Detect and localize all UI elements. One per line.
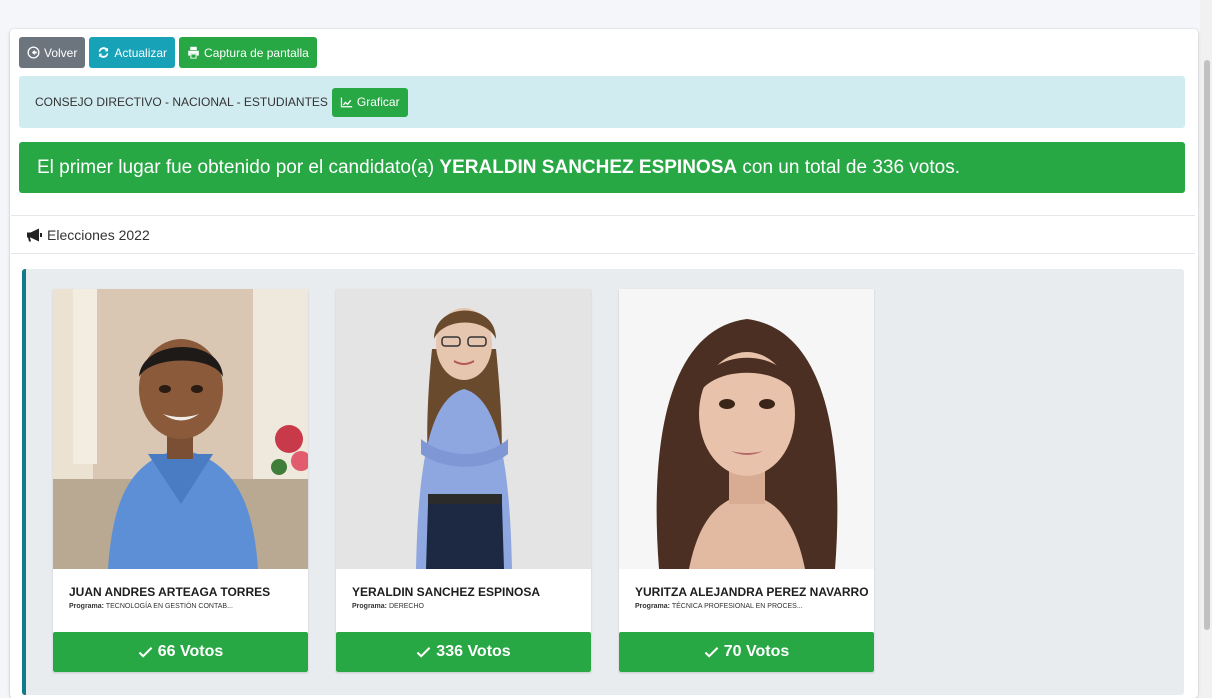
election-title: CONSEJO DIRECTIVO - NACIONAL - ESTUDIANT… <box>35 95 328 109</box>
check-icon <box>416 647 431 658</box>
candidate-program: Programa: DERECHO <box>352 603 424 610</box>
elections-header: Elecciones 2022 <box>11 216 1195 254</box>
candidate-votes-button[interactable]: 66 Votos <box>53 632 308 672</box>
program-label: Programa: <box>69 603 105 610</box>
winner-text: El primer lugar fue obtenido por el cand… <box>37 157 960 179</box>
refresh-icon <box>99 47 109 58</box>
circle-arrow-left-icon <box>27 46 40 59</box>
program-value: DERECHO <box>388 603 424 610</box>
candidate-name: JUAN ANDRES ARTEAGA TORRES <box>69 585 271 599</box>
refresh-button[interactable]: Actualizar <box>89 37 176 68</box>
refresh-button-label: Actualizar <box>114 45 168 60</box>
candidate-votes-button[interactable]: 70 Votos <box>619 632 874 672</box>
screenshot-button[interactable]: Captura de pantalla <box>179 37 317 68</box>
votes-label: 336 Votos <box>436 643 511 660</box>
check-icon <box>138 647 153 658</box>
candidate-card: YERALDIN SANCHEZ ESPINOSA Programa: DERE… <box>336 289 591 672</box>
winner-alert: El primer lugar fue obtenido por el cand… <box>19 142 1185 193</box>
winner-suffix: con un total de 336 votos. <box>742 156 960 178</box>
winner-name: YERALDIN SANCHEZ ESPINOSA <box>439 156 738 178</box>
votes-label: 66 Votos <box>157 643 224 660</box>
toolbar: Volver Actualizar Captura de pantalla <box>19 37 317 68</box>
candidate-name: YURITZA ALEJANDRA PEREZ NAVARRO <box>635 585 869 599</box>
program-label: Programa: <box>635 603 671 610</box>
scrollbar-thumb[interactable] <box>1204 60 1210 630</box>
screenshot-button-label: Captura de pantalla <box>204 45 309 60</box>
candidate-name: YERALDIN SANCHEZ ESPINOSA <box>352 585 541 599</box>
program-value: TÉCNICA PROFESIONAL EN PROCES... <box>671 603 803 610</box>
back-button[interactable]: Volver <box>19 37 86 68</box>
results-card: Volver Actualizar Captura de pantalla CO… <box>10 29 1198 698</box>
winner-prefix: El primer lugar fue obtenido por el cand… <box>37 156 435 178</box>
candidate-program: Programa: TÉCNICA PROFESIONAL EN PROCES.… <box>635 603 803 610</box>
chart-button[interactable]: Graficar <box>331 87 408 117</box>
candidate-photo <box>336 289 591 569</box>
elections-card: Elecciones 2022 JUAN ANDRES ARTEAGA TORR… <box>11 215 1195 698</box>
candidate-photo <box>53 289 308 569</box>
candidate-votes-button[interactable]: 336 Votos <box>336 632 591 672</box>
program-label: Programa: <box>352 603 388 610</box>
candidate-card: YURITZA ALEJANDRA PEREZ NAVARRO Programa… <box>619 289 874 672</box>
candidate-photo <box>619 289 874 569</box>
chart-button-label: Graficar <box>356 95 400 109</box>
elections-title: Elecciones 2022 <box>47 226 150 243</box>
candidate-program: Programa: TECNOLOGÍA EN GESTIÓN CONTAB..… <box>69 603 233 610</box>
back-button-label: Volver <box>44 45 78 60</box>
page-scrollbar[interactable] <box>1200 0 1212 698</box>
votes-label: 70 Votos <box>723 643 790 660</box>
line-chart-icon <box>340 97 353 107</box>
program-value: TECNOLOGÍA EN GESTIÓN CONTAB... <box>105 603 233 610</box>
check-icon <box>704 647 719 658</box>
candidates-grid: JUAN ANDRES ARTEAGA TORRES Programa: TEC… <box>22 269 1184 695</box>
megaphone-icon <box>27 228 42 241</box>
printer-icon <box>188 46 199 59</box>
candidate-card: JUAN ANDRES ARTEAGA TORRES Programa: TEC… <box>53 289 308 672</box>
election-info-alert: CONSEJO DIRECTIVO - NACIONAL - ESTUDIANT… <box>19 76 1185 128</box>
